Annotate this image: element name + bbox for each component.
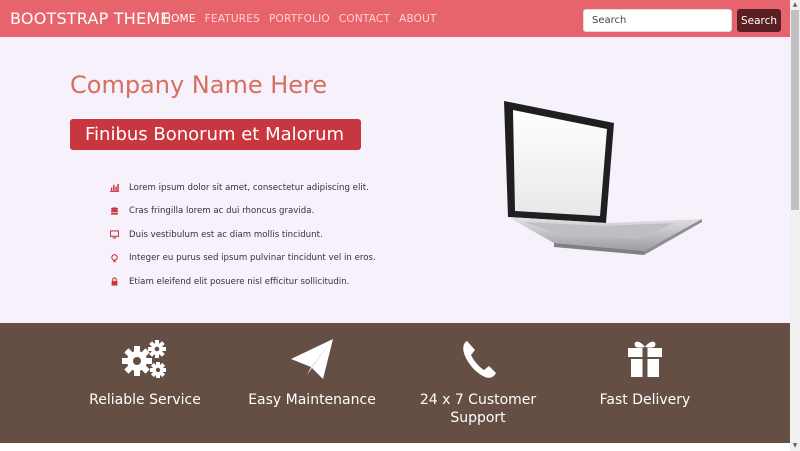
feature-text: Lorem ipsum dolor sit amet, consectetur …	[129, 182, 369, 193]
service-support: 24 x 7 Customer Support	[393, 337, 563, 427]
feature-list: Lorem ipsum dolor sit amet, consectetur …	[109, 176, 376, 294]
service-label: Fast Delivery	[599, 392, 691, 408]
service-label: Easy Maintenance	[248, 392, 376, 408]
search-button[interactable]: Search	[737, 9, 781, 32]
lock-icon	[109, 277, 119, 287]
scroll-down-arrow-icon[interactable]: ▼	[790, 441, 800, 451]
service-delivery: Fast Delivery	[560, 337, 730, 409]
lightbulb-icon	[109, 253, 119, 263]
gears-icon	[60, 337, 230, 381]
gift-icon	[560, 337, 730, 381]
brand-logo[interactable]: BOOTSTRAP THEME	[10, 9, 171, 28]
feature-text: Duis vestibulum est ac diam mollis tinci…	[129, 229, 323, 240]
list-item: Integer eu purus sed ipsum pulvinar tinc…	[109, 247, 376, 271]
feature-text: Integer eu purus sed ipsum pulvinar tinc…	[129, 253, 376, 264]
nav-features[interactable]: FEATURES	[205, 13, 260, 25]
service-label: 24 x 7 Customer Support	[419, 392, 537, 426]
paper-plane-icon	[227, 337, 397, 381]
services-band: Reliable Service Easy Maintenance 24 x 7…	[0, 323, 790, 443]
scroll-thumb[interactable]	[791, 10, 799, 210]
company-name: Company Name Here	[70, 71, 328, 99]
service-label: Reliable Service	[89, 392, 201, 408]
scroll-up-arrow-icon[interactable]: ▲	[790, 0, 800, 10]
list-item: Etiam eleifend elit posuere nisl efficit…	[109, 270, 376, 294]
list-item: Lorem ipsum dolor sit amet, consectetur …	[109, 176, 376, 200]
bar-chart-icon	[109, 183, 119, 193]
service-reliable: Reliable Service	[60, 337, 230, 409]
nav-about[interactable]: ABOUT	[399, 13, 437, 25]
database-icon	[109, 206, 119, 216]
nav-links: HOME FEATURES PORTFOLIO CONTACT ABOUT	[163, 13, 437, 25]
monitor-icon	[109, 230, 119, 240]
nav-home[interactable]: HOME	[163, 13, 196, 25]
page-footer-strip	[0, 443, 790, 451]
feature-text: Etiam eleifend elit posuere nisl efficit…	[129, 276, 350, 287]
nav-portfolio[interactable]: PORTFOLIO	[269, 13, 330, 25]
phone-icon	[393, 337, 563, 381]
list-item: Duis vestibulum est ac diam mollis tinci…	[109, 223, 376, 247]
page-scrollbar[interactable]: ▲ ▼	[790, 0, 800, 451]
search-input[interactable]	[583, 9, 732, 32]
list-item: Cras fringilla lorem ac dui rhoncus grav…	[109, 200, 376, 224]
tagline-banner: Finibus Bonorum et Malorum	[70, 119, 361, 150]
hero-section: Company Name Here Finibus Bonorum et Mal…	[0, 37, 790, 323]
laptop-image	[504, 101, 702, 255]
feature-text: Cras fringilla lorem ac dui rhoncus grav…	[129, 206, 315, 217]
service-maintenance: Easy Maintenance	[227, 337, 397, 409]
nav-contact[interactable]: CONTACT	[339, 13, 390, 25]
navbar: BOOTSTRAP THEME HOME FEATURES PORTFOLIO …	[0, 0, 790, 37]
